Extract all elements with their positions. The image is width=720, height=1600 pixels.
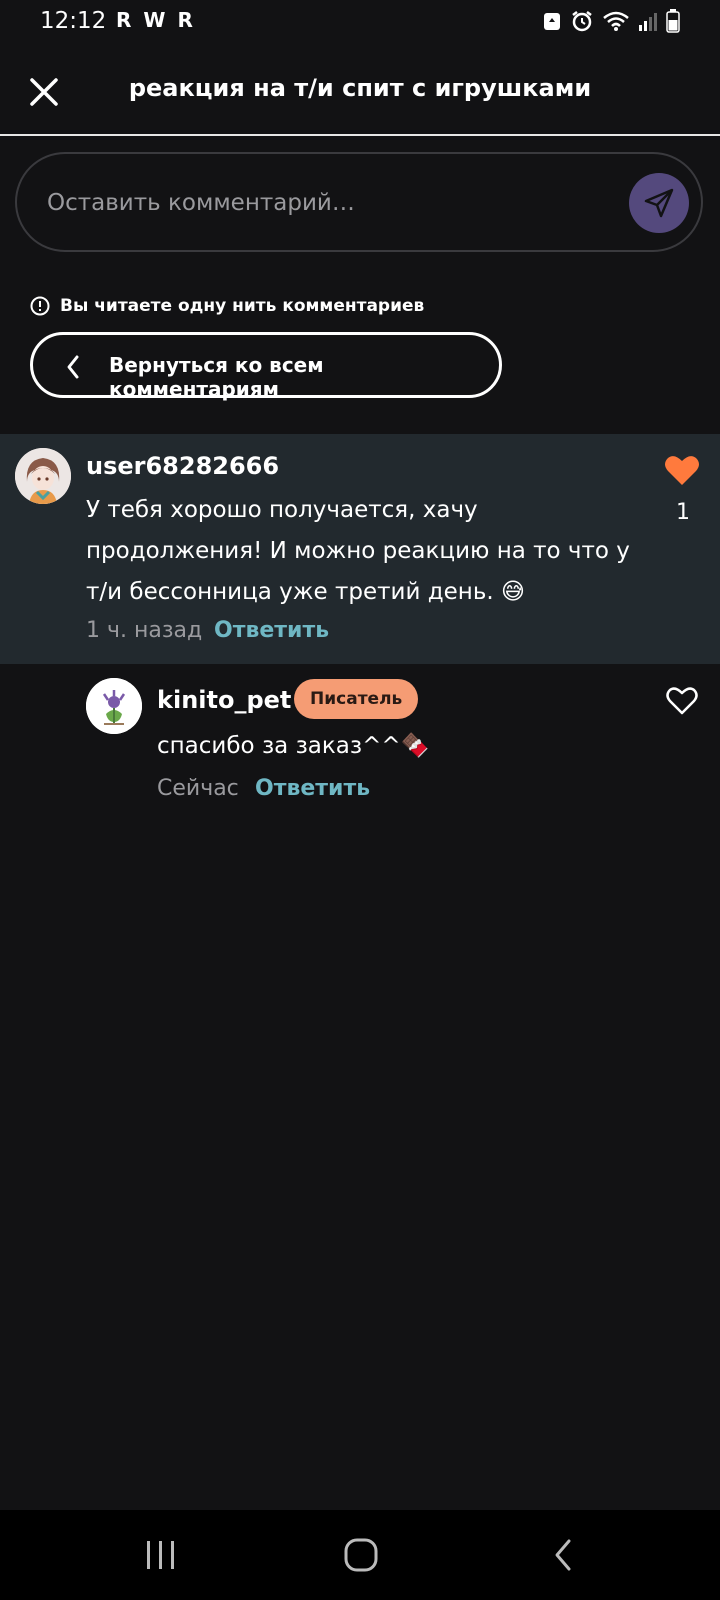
- like-count: 1: [676, 500, 690, 525]
- reply-button[interactable]: Ответить: [255, 776, 370, 801]
- thread-notice-text: Вы читаете одну нить комментариев: [60, 296, 425, 316]
- battery-icon: [666, 9, 680, 33]
- reply-time: Сейчас: [157, 776, 239, 801]
- back-icon: [555, 1539, 571, 1571]
- notification-app-icon-1: R: [116, 8, 132, 32]
- status-time: 12:12: [40, 8, 107, 34]
- signal-icon: [639, 13, 657, 31]
- comment-text: У тебя хорошо получается, хачу продолжен…: [86, 497, 630, 605]
- avatar-image: [15, 448, 71, 504]
- back-button[interactable]: [552, 1538, 574, 1576]
- recents-button[interactable]: [144, 1538, 178, 1576]
- writer-badge: Писатель: [294, 679, 419, 719]
- home-icon: [344, 1538, 378, 1572]
- send-icon: [644, 188, 674, 218]
- home-button[interactable]: [343, 1538, 379, 1576]
- like-button[interactable]: [664, 454, 700, 490]
- recycle-icon: [544, 13, 560, 30]
- alarm-icon: [572, 11, 592, 32]
- back-to-all-comments-button[interactable]: Вернуться ко всем комментариям: [30, 332, 502, 401]
- header: реакция на т/и спит с игрушками: [0, 46, 720, 136]
- close-button[interactable]: [26, 74, 62, 110]
- like-button[interactable]: [666, 687, 698, 719]
- system-navigation-bar: [0, 1510, 720, 1600]
- status-app-icons: R W R: [116, 8, 193, 32]
- comment-time: 1 ч. назад: [86, 618, 203, 643]
- status-bar: 12:12 R W R: [0, 0, 720, 46]
- heart-outline-icon: [666, 687, 698, 715]
- reply-text: спасибо за заказ^^🍫: [157, 733, 430, 759]
- avatar-image: [86, 678, 142, 734]
- page-title: реакция на т/и спит с игрушками: [128, 74, 592, 102]
- status-indicators: [542, 9, 680, 33]
- heart-icon: [665, 456, 699, 485]
- recents-icon: [147, 1541, 174, 1569]
- send-button[interactable]: [629, 173, 689, 233]
- close-icon: [30, 78, 58, 106]
- reply-button[interactable]: Ответить: [214, 618, 329, 643]
- reply-username[interactable]: kinito_pet: [157, 686, 291, 714]
- notification-app-icon-2: W: [143, 8, 166, 32]
- wifi-icon: [603, 11, 629, 31]
- back-to-all-comments-label: Вернуться ко всем комментариям: [109, 353, 324, 401]
- comment-input-container: [15, 152, 703, 252]
- avatar[interactable]: [15, 448, 71, 504]
- avatar[interactable]: [86, 678, 142, 734]
- notification-app-icon-3: R: [177, 8, 193, 32]
- comment-input[interactable]: [45, 182, 609, 224]
- chevron-left-icon: [67, 355, 79, 379]
- info-icon: [30, 296, 50, 316]
- thread-notice: Вы читаете одну нить комментариев: [30, 296, 424, 316]
- comment-username[interactable]: user68282666: [86, 452, 279, 480]
